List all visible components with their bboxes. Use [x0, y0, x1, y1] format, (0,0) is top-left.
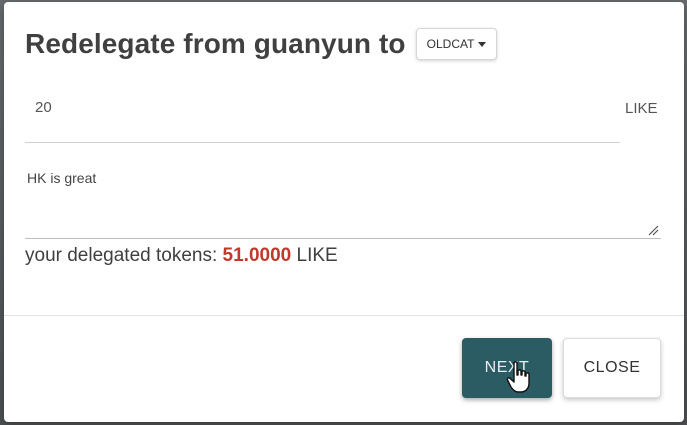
- close-button[interactable]: CLOSE: [563, 338, 661, 398]
- amount-unit-label: LIKE: [625, 100, 658, 117]
- delegated-tokens-unit: LIKE: [296, 245, 338, 266]
- dialog-title: Redelegate from guanyun to: [25, 28, 406, 59]
- dialog-header: Redelegate from guanyun to OLDCAT: [25, 28, 498, 60]
- next-button[interactable]: NEXT: [462, 338, 552, 398]
- memo-field: HK is great: [25, 160, 661, 239]
- delegated-tokens-amount: 51.0000: [222, 245, 292, 266]
- resize-handle-icon[interactable]: [647, 224, 659, 236]
- caret-down-icon: [478, 41, 487, 47]
- redelegate-dialog: Redelegate from guanyun to OLDCAT LIKE H…: [4, 2, 684, 422]
- memo-textarea[interactable]: HK is great: [25, 168, 649, 234]
- delegated-tokens-label: your delegated tokens:: [25, 245, 218, 266]
- footer-divider: [4, 315, 684, 316]
- amount-input[interactable]: [33, 98, 597, 117]
- validator-dropdown-label: OLDCAT: [426, 37, 475, 51]
- delegated-tokens-row: your delegated tokens: 51.0000 LIKE: [25, 245, 338, 267]
- validator-dropdown[interactable]: OLDCAT: [415, 28, 498, 60]
- amount-field: [25, 90, 620, 143]
